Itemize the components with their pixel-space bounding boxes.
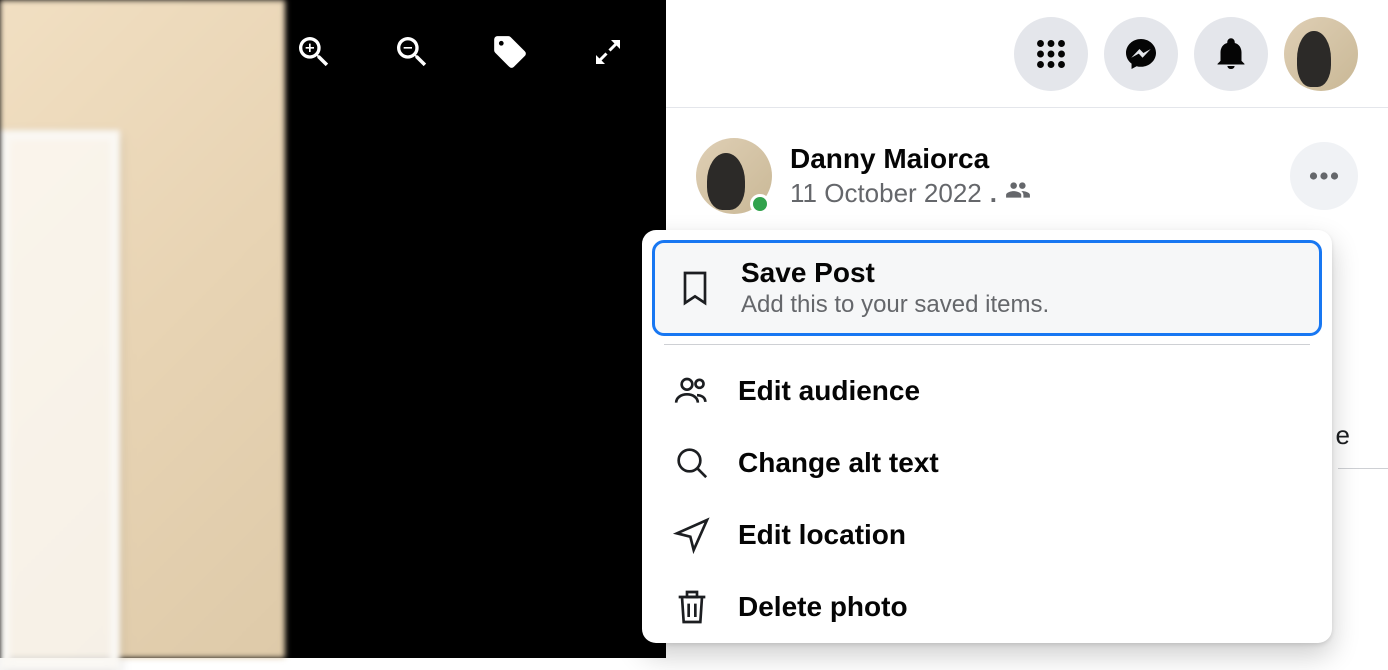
menu-item-save-post[interactable]: Save Post Add this to your saved items. bbox=[652, 240, 1322, 336]
post-info: Danny Maiorca 11 October 2022 . bbox=[790, 143, 1031, 210]
bookmark-icon bbox=[673, 266, 717, 310]
menu-item-title: Change alt text bbox=[738, 447, 1304, 479]
menu-divider bbox=[664, 344, 1310, 345]
post-more-button[interactable] bbox=[1290, 142, 1358, 210]
fullscreen-button[interactable] bbox=[584, 28, 632, 76]
menu-item-edit-audience[interactable]: Edit audience bbox=[652, 355, 1322, 427]
zoom-in-button[interactable] bbox=[290, 28, 338, 76]
obscured-divider bbox=[1338, 468, 1388, 469]
menu-item-title: Edit location bbox=[738, 519, 1304, 551]
trash-icon bbox=[670, 585, 714, 629]
post-header: Danny Maiorca 11 October 2022 . bbox=[666, 108, 1388, 214]
post-meta: 11 October 2022 . bbox=[790, 177, 1031, 210]
menu-grid-button[interactable] bbox=[1014, 17, 1088, 91]
post-author-avatar[interactable] bbox=[696, 138, 772, 214]
messenger-button[interactable] bbox=[1104, 17, 1178, 91]
account-avatar-button[interactable] bbox=[1284, 17, 1358, 91]
menu-item-subtitle: Add this to your saved items. bbox=[741, 291, 1301, 319]
menu-item-change-alt-text[interactable]: Change alt text bbox=[652, 427, 1322, 499]
menu-item-title: Delete photo bbox=[738, 591, 1304, 623]
tag-button[interactable] bbox=[486, 28, 534, 76]
menu-item-title: Save Post bbox=[741, 257, 1301, 289]
photo-toolbar bbox=[290, 28, 632, 76]
menu-item-edit-location[interactable]: Edit location bbox=[652, 499, 1322, 571]
meta-separator: . bbox=[990, 178, 997, 209]
post-author-name[interactable]: Danny Maiorca bbox=[790, 143, 1031, 175]
notifications-button[interactable] bbox=[1194, 17, 1268, 91]
friends-icon[interactable] bbox=[1005, 177, 1031, 210]
obscured-text-fragment: e bbox=[1336, 420, 1350, 451]
online-status-dot bbox=[750, 194, 770, 214]
photo-viewer bbox=[0, 0, 666, 658]
photo-content bbox=[0, 0, 285, 658]
post-date[interactable]: 11 October 2022 bbox=[790, 178, 982, 209]
search-icon bbox=[670, 441, 714, 485]
menu-item-title: Edit audience bbox=[738, 375, 1304, 407]
post-options-menu: Save Post Add this to your saved items. … bbox=[642, 230, 1332, 643]
top-nav-bar bbox=[666, 0, 1388, 108]
zoom-out-button[interactable] bbox=[388, 28, 436, 76]
audience-icon bbox=[670, 369, 714, 413]
location-arrow-icon bbox=[670, 513, 714, 557]
menu-item-delete-photo[interactable]: Delete photo bbox=[652, 571, 1322, 643]
